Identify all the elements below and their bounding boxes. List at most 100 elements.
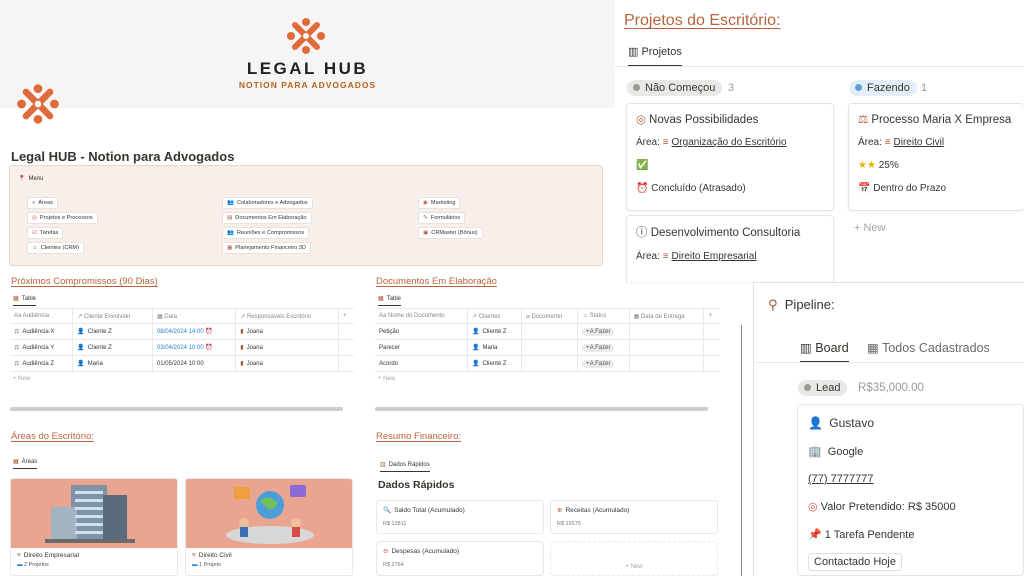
documentos-title[interactable]: Documentos Em Elaboração: [376, 276, 497, 287]
divider: [753, 362, 1024, 363]
add-new-card-button[interactable]: + New: [550, 541, 718, 576]
stack-icon: ≡: [17, 552, 21, 559]
document-icon: ▤: [227, 215, 233, 221]
status-tag: • A Fazer: [582, 327, 615, 336]
menu-link-areas[interactable]: ≡ Áreas: [27, 197, 58, 209]
resumo-title[interactable]: Resumo Financeiro:: [376, 431, 461, 442]
menu-link-documentos[interactable]: ▤ Documentos Em Elaboração: [222, 212, 312, 224]
col-header[interactable]: ↗ Responsáveis Escritório: [235, 308, 340, 324]
gavel-icon: ⚖: [14, 329, 20, 335]
resumo-view-tab[interactable]: ▥ Dados Rápidos: [380, 461, 430, 472]
finance-card[interactable]: ⊖ Despesas (Acumulado) R$ 2764: [376, 541, 544, 576]
project-card[interactable]: ⓘ Desenvolvimento Consultoria Área: ≡ Dir…: [626, 215, 834, 282]
stack-icon: ≡: [662, 137, 669, 148]
col-header[interactable]: Aa Nome do Documento: [375, 308, 469, 324]
col-header[interactable]: ⌀ Documento: [521, 308, 579, 324]
projetos-view-tab[interactable]: ▥ Projetos: [628, 45, 682, 67]
col-header[interactable]: ↗ Cliente Envolvido: [72, 308, 153, 324]
status-tag[interactable]: Contactado Hoje: [808, 553, 902, 571]
pipeline-title[interactable]: ⚲ Pipeline:: [768, 297, 835, 313]
person-icon: 👤: [77, 329, 85, 335]
pin-icon: 📍: [18, 176, 26, 182]
people-icon: [226, 485, 314, 544]
tab-board[interactable]: ▥ Board: [800, 340, 849, 363]
documentos-table: Aa Nome do Documento ↗ Clientes ⌀ Docume…: [375, 308, 719, 372]
area-card[interactable]: ≡ Direito Empresarial ▬ 2 Projetos: [10, 478, 178, 576]
group-count: 3: [728, 82, 735, 94]
col-header[interactable]: ↗ Clientes: [467, 308, 523, 324]
menu-link-reunioes[interactable]: 👥 Reuniões e Compromissos: [222, 227, 310, 239]
finance-card[interactable]: 🔍 Saldo Total (Acumulado) R$ 13811: [376, 500, 544, 534]
alarm-icon: ⏰: [205, 345, 213, 351]
tab-todos-cadastrados[interactable]: ▦ Todos Cadastrados: [867, 340, 990, 355]
col-header[interactable]: ▦ Data: [152, 308, 237, 324]
project-card[interactable]: ◎ Novas Possibilidades Área: ≡ Organização…: [626, 103, 834, 211]
menu-link-clientes[interactable]: ☺ Clientes (CRM): [27, 242, 84, 254]
gavel-icon: ⚖: [14, 361, 20, 367]
folder-icon: ▬: [17, 562, 23, 568]
info-icon: ⓘ: [636, 227, 648, 239]
group-status-lead[interactable]: Lead: [798, 380, 848, 396]
status-dot: [855, 84, 862, 91]
search-icon: 🔍: [383, 507, 392, 514]
chart-icon: ▥: [380, 462, 386, 468]
target-icon: ◎: [808, 501, 818, 513]
menu-link-projetos[interactable]: ◎ Projetos e Processos: [27, 212, 98, 224]
building-icon: [45, 485, 135, 543]
group-status-nao-comecou[interactable]: Não Começou: [627, 80, 723, 96]
menu-link-formularios[interactable]: ✎ Formulários: [418, 212, 466, 224]
person-icon: 👤: [77, 345, 85, 351]
areas-view-tab[interactable]: ▦ Áreas: [13, 458, 38, 469]
area-card-title: ≡ Direito Civil: [192, 552, 232, 559]
horizontal-scrollbar[interactable]: [375, 407, 708, 411]
horizontal-scrollbar[interactable]: [10, 407, 343, 411]
menu-link-colaboradores[interactable]: 👥 Colaboradores e Advogados: [222, 197, 313, 209]
chart-icon: ▦: [227, 245, 233, 251]
form-icon: ✎: [423, 215, 428, 221]
area-card[interactable]: ≡ Direito Civil ▬ 1 Projeto: [185, 478, 353, 576]
documentos-view-tab[interactable]: ▦ Table: [378, 295, 402, 306]
person-icon: 👤: [472, 361, 480, 367]
table-icon: ▦: [13, 296, 19, 302]
menu-link-planejamento[interactable]: ▦ Planejamento Financeiro 3D: [222, 242, 311, 254]
col-header[interactable]: ▦ Data de Entrega: [629, 308, 705, 324]
resumo-heading: Dados Rápidos: [378, 479, 455, 491]
lead-sum: R$35,000.00: [858, 382, 924, 394]
compromissos-title[interactable]: Próximos Compromissos (90 Dias): [11, 276, 158, 287]
compromissos-view-tab[interactable]: ▦ Table: [13, 295, 37, 306]
add-new-row-button[interactable]: + New: [13, 376, 30, 382]
add-new-card-button[interactable]: + New: [854, 222, 886, 234]
menu-link-crmaster[interactable]: ▣ CRMaster (Bônus): [418, 227, 483, 239]
lead-card[interactable]: 👤 Gustavo 🏢 Google (77) 7777777 ◎ Valor …: [797, 404, 1024, 576]
pin-icon: 📌: [808, 529, 822, 541]
checkmark-icon: ✅: [636, 160, 649, 171]
add-new-row-button[interactable]: + New: [378, 376, 395, 382]
status-tag: • A Fazer: [582, 359, 615, 368]
compromissos-table: Aa Audiência ↗ Cliente Envolvido ▦ Data …: [10, 308, 354, 372]
menu-link-marketing[interactable]: ◉ Marketing: [418, 197, 461, 209]
menu-link-tarefas[interactable]: ☑ Tarefas: [27, 227, 64, 239]
group-status-fazendo[interactable]: Fazendo: [849, 80, 917, 96]
person-icon: ☺: [32, 245, 38, 251]
table-row: ⚖ Audiência X 👤 Cliente Z 08/04/2024 14:00…: [10, 323, 354, 340]
col-header[interactable]: ☼ Status: [577, 308, 630, 324]
target-icon: ◎: [32, 215, 37, 221]
divider: [615, 66, 1024, 67]
megaphone-icon: ◉: [423, 200, 428, 206]
crm-icon: ▣: [423, 230, 429, 236]
add-column-button[interactable]: +: [703, 308, 719, 324]
person-icon: 👤: [808, 416, 823, 430]
status-dot: [804, 384, 811, 391]
stack-icon: ≡: [32, 200, 36, 206]
projetos-title[interactable]: Projetos do Escritório:: [624, 12, 781, 30]
areas-title[interactable]: Áreas do Escritório:: [11, 431, 94, 442]
group-count: 1: [921, 82, 928, 94]
page-icon[interactable]: [15, 82, 61, 126]
add-column-button[interactable]: +: [338, 308, 354, 324]
col-header[interactable]: Aa Audiência: [10, 308, 74, 324]
stack-icon: ≡: [662, 251, 669, 262]
finance-card[interactable]: ⊕ Receitas (Acumulado) R$ 16575: [550, 500, 718, 534]
status-tag: • A Fazer: [582, 343, 615, 352]
project-card[interactable]: ⚖ Processo Maria X Empresa Área: ≡ Direito…: [848, 103, 1024, 211]
table-icon: ▦: [867, 341, 879, 355]
